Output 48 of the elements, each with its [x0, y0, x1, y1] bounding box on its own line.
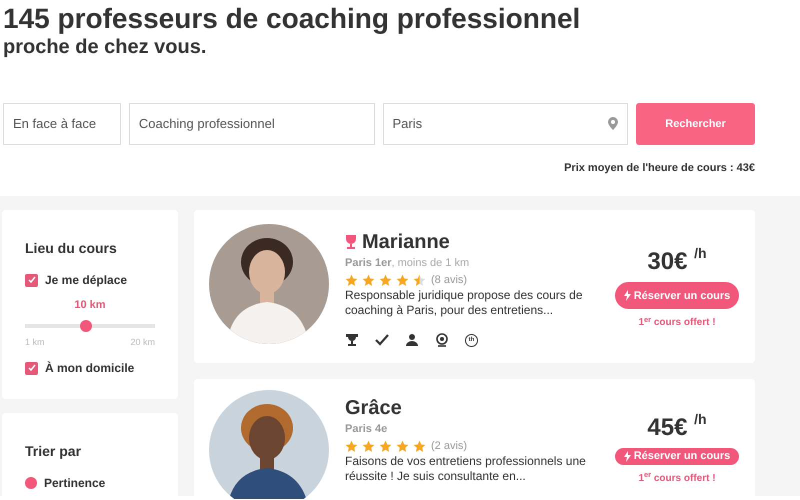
star-icon: [379, 274, 392, 287]
checkbox[interactable]: [25, 362, 38, 375]
teacher-description: Responsable juridique propose des cours de coaching à Paris, pour des entretiens...: [345, 288, 584, 318]
free-lesson-offer: 1$^{er}$ cours offert !: [638, 470, 716, 486]
star-icon: [396, 440, 409, 453]
star-icon: [413, 440, 426, 453]
radio-label[interactable]: Pertinence: [44, 474, 106, 492]
star-icon: [362, 274, 375, 287]
star-icon: [362, 440, 375, 453]
free-lesson-offer: 1$^{er}$ cours offert !: [638, 315, 716, 330]
mode-field[interactable]: En face à face: [3, 102, 121, 145]
filter-title: Lieu du cours: [25, 239, 118, 258]
distance-reading: 10 km: [73, 298, 107, 314]
checkbox[interactable]: [25, 274, 38, 287]
subject-field[interactable]: Coaching professionnel: [128, 102, 374, 145]
location-field[interactable]: Paris: [382, 102, 628, 145]
person-icon: [405, 333, 419, 348]
checkbox-label[interactable]: Je me déplace: [45, 271, 128, 290]
lightning-icon: [624, 290, 631, 302]
hourly-price: 45€ $^{/h}$: [647, 416, 707, 440]
check-icon: [375, 333, 389, 348]
location-pin-icon: [608, 117, 618, 130]
distance-slider-thumb[interactable]: [80, 320, 92, 332]
lightning-icon: [624, 451, 631, 462]
hourly-price: 30€ $^{/h}$: [647, 250, 707, 274]
page-subtitle: proche de chez vous.: [3, 34, 208, 59]
webcam-icon: [435, 333, 449, 348]
check-icon: [28, 276, 36, 284]
checkbox-label[interactable]: À mon domicile: [45, 359, 134, 378]
star-icon: [345, 440, 358, 453]
range-min-label: 1 km: [25, 336, 45, 349]
teacher-description: Faisons de vos entretiens professionnels une réussite ! Je suis consultante en...: [345, 454, 587, 484]
teacher-location: Paris 4e: [345, 422, 388, 438]
range-max-label: 20 km: [130, 336, 155, 349]
average-price-text: Prix moyen de l'heure de cours : 43€: [563, 160, 755, 176]
check-icon: [28, 364, 36, 372]
star-icon: [396, 274, 409, 287]
page-title: 145 professeurs de coaching professionnel: [3, 4, 582, 35]
location-text: Paris: [392, 115, 422, 134]
teacher-name[interactable]: Grâce: [345, 398, 402, 418]
teacher-name[interactable]: Marianne: [362, 232, 450, 252]
star-icon: [413, 274, 426, 287]
trophy-icon: [345, 333, 359, 348]
teacher-location: Paris 1er, moins de 1 km: [345, 256, 470, 272]
sort-title: Trier par: [25, 442, 82, 462]
star-icon: [345, 274, 358, 287]
star-icon: [379, 440, 392, 453]
radio-button[interactable]: [25, 477, 37, 490]
